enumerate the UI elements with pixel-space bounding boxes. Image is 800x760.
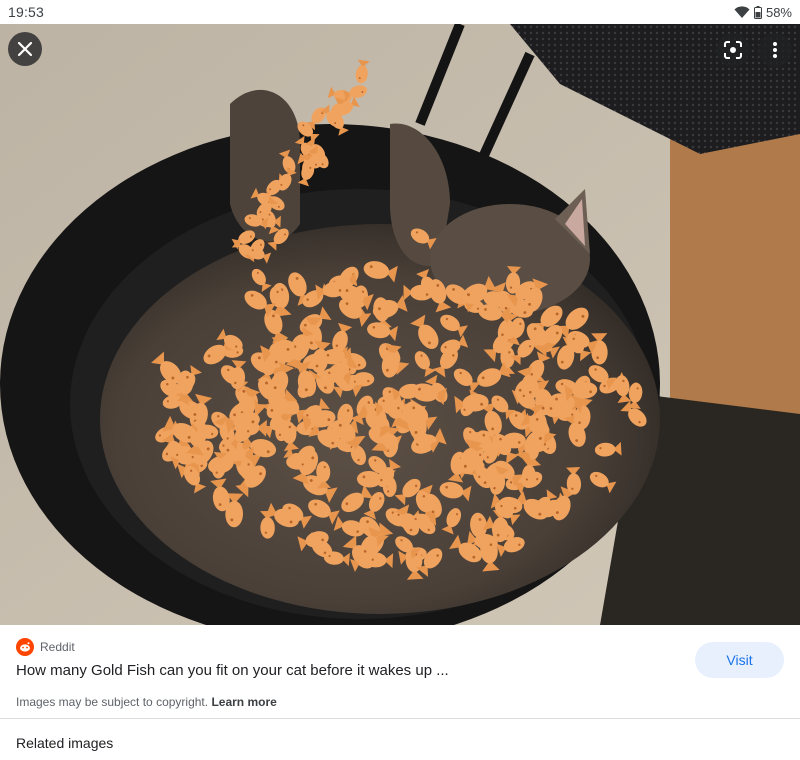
visit-button[interactable]: Visit [695, 642, 784, 678]
learn-more-link[interactable]: Learn more [211, 695, 276, 709]
result-title-link[interactable]: How many Gold Fish can you fit on your c… [16, 662, 449, 679]
battery-percent: 58% [765, 4, 792, 20]
more-vert-icon [773, 42, 777, 58]
status-time: 19:53 [8, 4, 45, 20]
copyright-text: Images may be subject to copyright. [16, 695, 209, 709]
battery-icon [753, 5, 762, 19]
status-bar: 19:53 58% [0, 0, 800, 24]
lens-icon [724, 41, 742, 59]
close-icon [17, 41, 33, 57]
wifi-icon [734, 5, 750, 18]
lens-button[interactable] [716, 33, 750, 67]
source-name: Reddit [40, 640, 75, 654]
result-photo[interactable] [0, 24, 800, 625]
related-images-heading: Related images [16, 735, 114, 751]
source-row[interactable]: Reddit [16, 638, 75, 656]
more-options-button[interactable] [758, 33, 792, 67]
result-info-panel: Reddit How many Gold Fish can you fit on… [0, 625, 800, 760]
reddit-icon [16, 638, 34, 656]
status-indicators: 58% [734, 5, 792, 20]
divider [0, 718, 800, 719]
close-button[interactable] [8, 32, 42, 66]
image-viewer[interactable] [0, 24, 800, 625]
copyright-notice: Images may be subject to copyright. Lear… [16, 695, 277, 709]
